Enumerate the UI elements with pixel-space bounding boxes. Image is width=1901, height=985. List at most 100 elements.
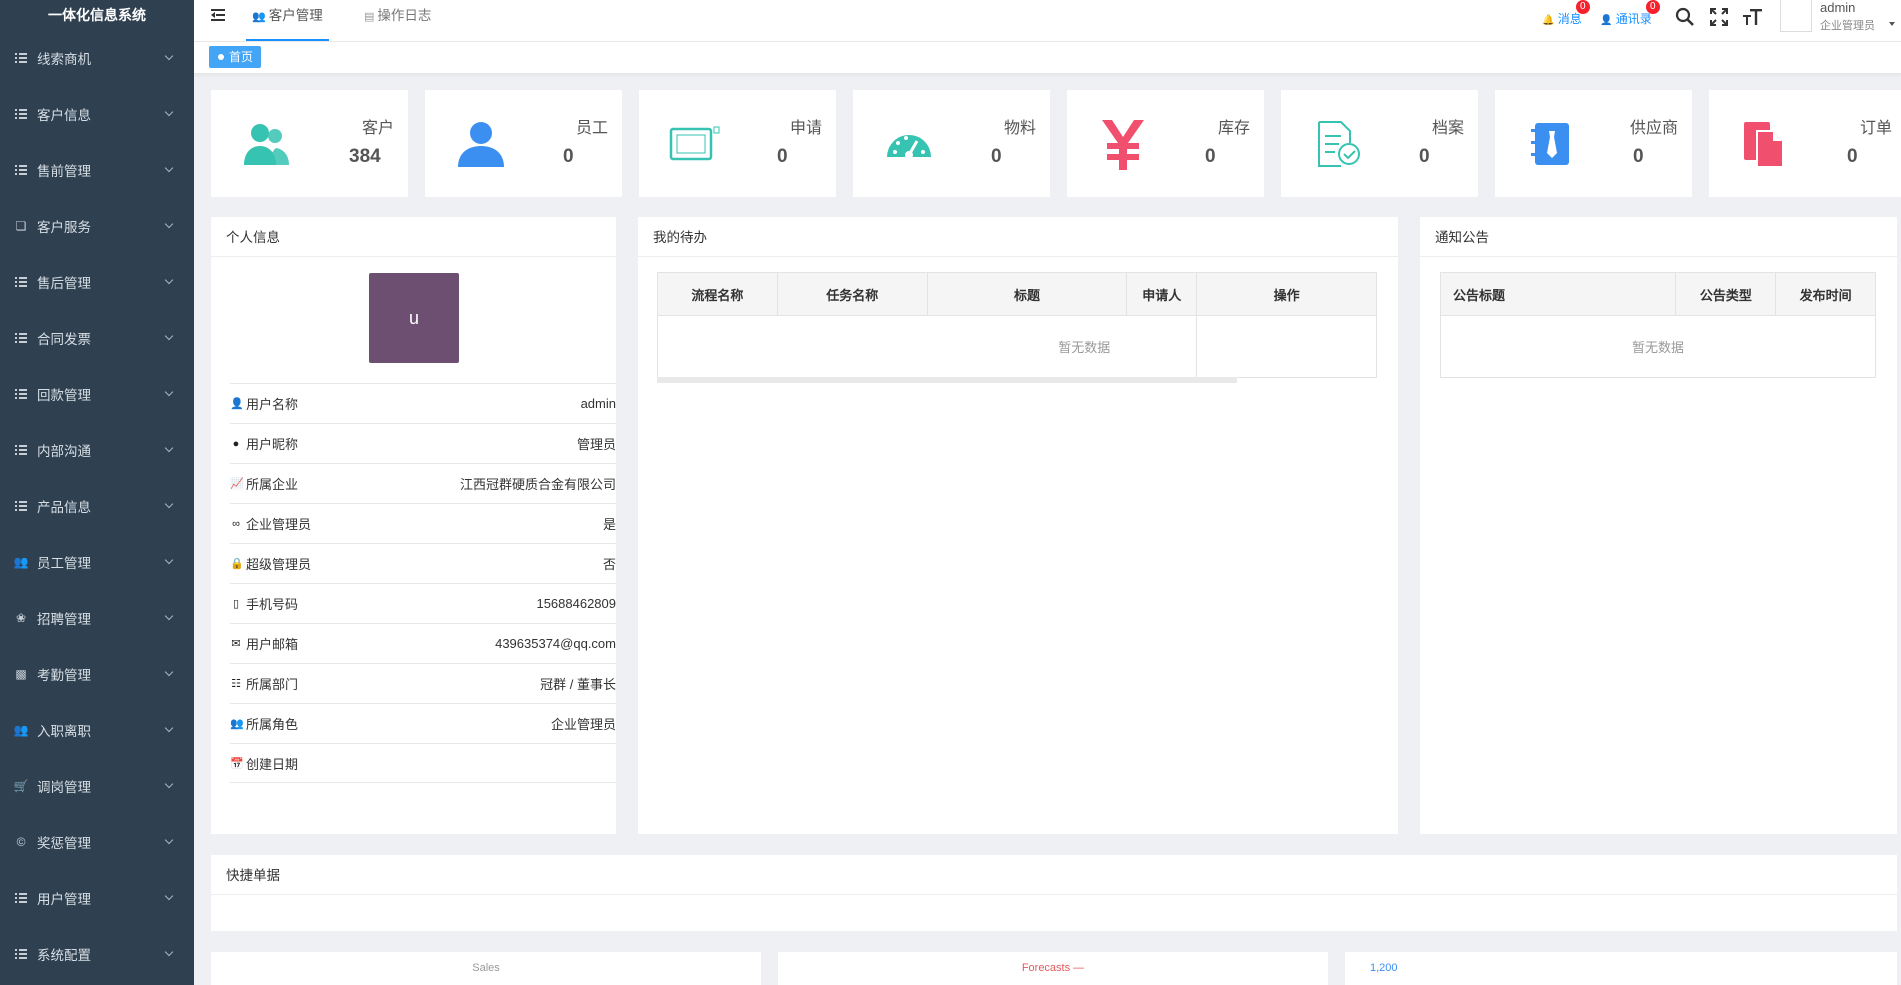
profile-row: 👥 所属角色 企业管理员 xyxy=(230,703,616,743)
profile-row-label: 所属角色 xyxy=(246,717,299,732)
sidebar-item[interactable]: 回款管理 xyxy=(0,366,194,422)
profile-row-key: ∞ 企业管理员 xyxy=(230,514,311,533)
stat-card[interactable]: 物料 0 xyxy=(853,90,1050,197)
profile-row: ✉ 用户邮箱 439635374@qq.com xyxy=(230,623,616,663)
stat-card[interactable]: 申请 0 xyxy=(639,90,836,197)
chevron-down-icon xyxy=(164,891,174,901)
sidebar-item[interactable]: 系统配置 xyxy=(0,926,194,982)
avatar-letter: u xyxy=(408,307,419,328)
chart-title: Forecasts — xyxy=(778,952,1328,974)
notice-title: 通知公告 xyxy=(1420,217,1897,257)
empty-message: 暂无数据 xyxy=(656,315,1198,378)
chevron-down-icon xyxy=(164,555,174,565)
sidebar-item[interactable]: 👥 入职离职 xyxy=(0,702,194,758)
column-header[interactable]: 发布时间 xyxy=(1775,272,1876,316)
sidebar-item-label: 回款管理 xyxy=(37,388,91,403)
stat-card[interactable]: 供应商 0 xyxy=(1495,90,1692,197)
stat-label: 物料 xyxy=(1003,120,1036,137)
user-icon: 👤 xyxy=(1600,15,1613,26)
calendar-icon: ▩ xyxy=(15,667,27,681)
user-avatar[interactable] xyxy=(1780,0,1812,32)
sidebar-menu: 线索商机 客户信息 售前管理 ❏ 客户服务售后管理合同发票回款管理内部沟通产品信息 👥 员工… xyxy=(0,30,194,982)
fullscreen-icon[interactable] xyxy=(1708,7,1730,29)
sidebar-item[interactable]: 合同发票 xyxy=(0,310,194,366)
contacts-link[interactable]: 👤 通讯录 0 xyxy=(1600,0,1660,27)
stat-card[interactable]: 库存 0 xyxy=(1067,90,1264,197)
contacts-label: 通讯录 xyxy=(1615,12,1652,26)
list-icon xyxy=(14,500,28,512)
list-icon xyxy=(14,164,28,176)
chart-title: Sales xyxy=(472,962,500,974)
sidebar-item[interactable]: 售前管理 xyxy=(0,142,194,198)
stat-card[interactable]: 档案 0 xyxy=(1281,90,1478,197)
stat-label: 库存 xyxy=(1217,120,1250,137)
horizontal-scrollbar[interactable] xyxy=(657,377,1237,383)
user-name[interactable]: admin xyxy=(1820,0,1855,15)
lock-icon: 🔒 xyxy=(230,558,244,570)
list-icon xyxy=(14,276,28,288)
chevron-down-icon xyxy=(164,163,174,173)
sidebar-item[interactable]: ❏ 客户服务 xyxy=(0,198,194,254)
users-icon: 👥 xyxy=(13,723,29,737)
sidebar-item[interactable]: ▩ 考勤管理 xyxy=(0,646,194,702)
stat-value: 0 xyxy=(991,146,1002,167)
users-icon: 👥 xyxy=(252,11,266,23)
sidebar-item-label: 入职离职 xyxy=(37,724,91,739)
quick-docs-panel: 快捷单据 xyxy=(211,855,1897,931)
sidebar-item[interactable]: 👥 员工管理 xyxy=(0,534,194,590)
breadcrumb-home[interactable]: 首页 xyxy=(209,46,262,68)
profile-row-label: 用户昵称 xyxy=(246,437,299,452)
sales-chart: Sales xyxy=(211,952,761,985)
sidebar-item[interactable]: 售后管理 xyxy=(0,254,194,310)
sidebar-item-label: 产品信息 xyxy=(37,500,91,515)
column-header[interactable]: 公告类型 xyxy=(1675,272,1777,316)
font-size-icon[interactable] xyxy=(1741,7,1763,29)
chart-icon: 📈 xyxy=(230,478,244,490)
chevron-down-icon xyxy=(164,779,174,789)
sidebar-item[interactable]: 用户管理 xyxy=(0,870,194,926)
profile-row-key: ☷ 所属部门 xyxy=(230,674,298,693)
chart-title-text: Forecasts xyxy=(1021,962,1071,974)
tab-customer-management[interactable]: 👥 客户管理 xyxy=(246,0,329,41)
table-icon: ▤ xyxy=(364,11,375,23)
profile-row-value: 管理员 xyxy=(576,437,616,452)
tab-operation-log[interactable]: ▤ 操作日志 xyxy=(358,0,437,41)
caret-down-icon[interactable] xyxy=(1889,22,1895,26)
stat-card[interactable]: 员工 0 xyxy=(425,90,622,197)
calendar-icon: 📅 xyxy=(230,757,244,770)
column-header[interactable]: 标题 xyxy=(926,272,1128,316)
users-icon: 👥 xyxy=(230,718,244,730)
column-header[interactable]: 任务名称 xyxy=(776,272,928,316)
user-icon xyxy=(455,118,507,170)
sidebar-item[interactable]: ❀ 招聘管理 xyxy=(0,590,194,646)
sidebar-item[interactable]: 🛒 调岗管理 xyxy=(0,758,194,814)
menu-toggle-icon[interactable] xyxy=(211,8,227,22)
list-icon xyxy=(14,52,28,64)
profile-row-label: 手机号码 xyxy=(246,597,299,612)
sidebar-item[interactable]: 产品信息 xyxy=(0,478,194,534)
sidebar-item[interactable]: 内部沟通 xyxy=(0,422,194,478)
stat-value: 0 xyxy=(1633,146,1644,167)
stat-card[interactable]: 订单 0 xyxy=(1709,90,1901,197)
chevron-down-icon xyxy=(164,947,174,957)
profile-row-value: 是 xyxy=(602,517,616,532)
sidebar-item[interactable]: 客户信息 xyxy=(0,86,194,142)
stat-value: 0 xyxy=(1419,146,1430,167)
profile-row-value: 否 xyxy=(602,557,616,572)
chevron-down-icon xyxy=(164,667,174,677)
profile-row-label: 企业管理员 xyxy=(246,517,312,532)
message-link[interactable]: 🔔 消息 0 xyxy=(1542,0,1590,27)
column-header[interactable]: 操作 xyxy=(1196,272,1377,316)
stat-card[interactable]: 客户 384 xyxy=(211,90,408,197)
sidebar-item-label: 售后管理 xyxy=(37,276,91,291)
notice-table: 公告标题 公告类型 发布时间 暂无数据 xyxy=(1439,272,1876,378)
profile-row: 📅 创建日期 xyxy=(230,743,616,783)
sidebar-item[interactable]: 线索商机 xyxy=(0,30,194,86)
profile-row-label: 用户邮箱 xyxy=(246,637,299,652)
column-header[interactable]: 流程名称 xyxy=(657,272,778,316)
column-header[interactable]: 公告标题 xyxy=(1439,272,1677,316)
list-icon xyxy=(14,332,28,344)
column-header[interactable]: 申请人 xyxy=(1126,272,1198,316)
search-icon[interactable] xyxy=(1674,7,1696,29)
sidebar-item[interactable]: © 奖惩管理 xyxy=(0,814,194,870)
